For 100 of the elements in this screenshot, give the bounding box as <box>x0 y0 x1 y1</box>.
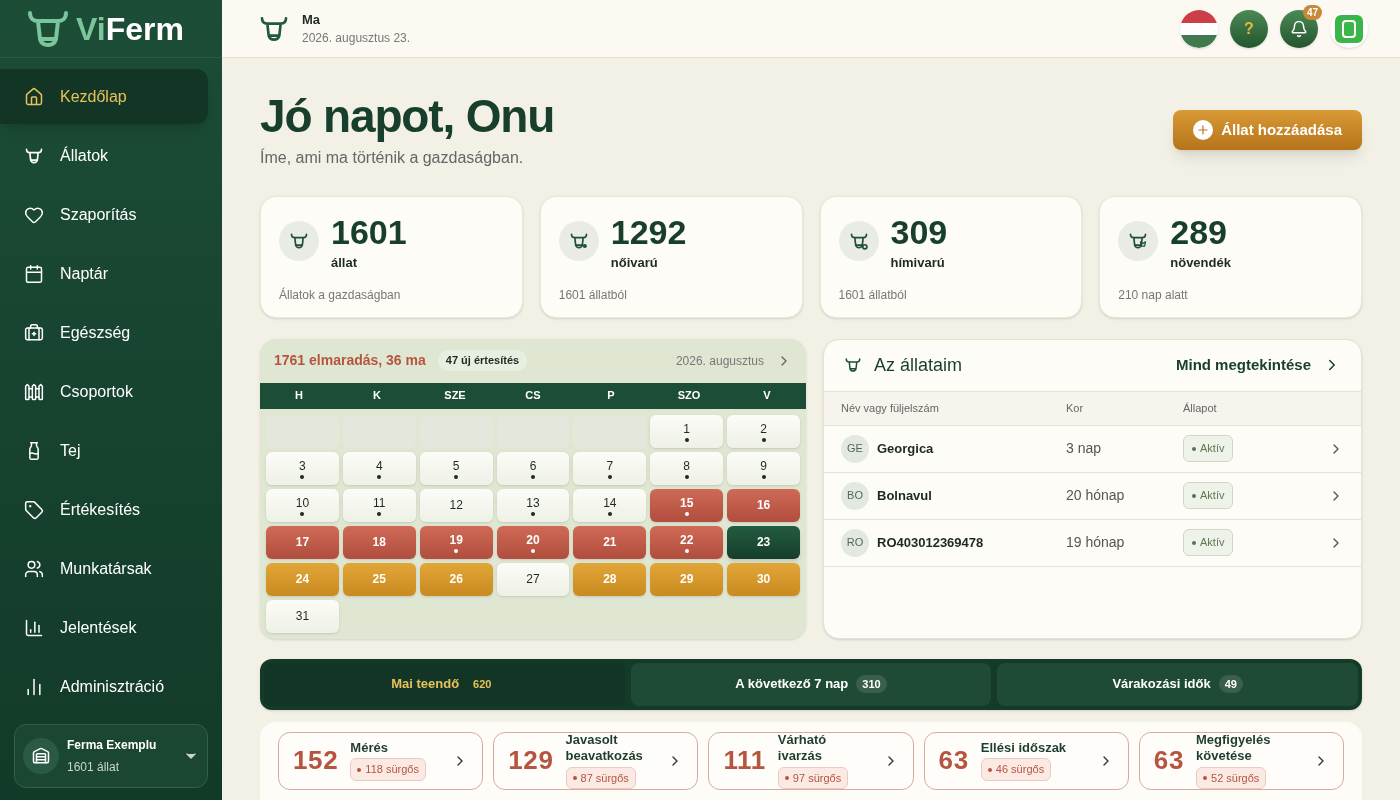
calendar-day[interactable]: 23 <box>727 525 800 559</box>
animal-avatar: RO <box>841 528 869 557</box>
tag-icon <box>24 499 44 520</box>
calendar-day[interactable]: 31 <box>266 599 339 633</box>
stat-value: 1601 <box>331 214 407 249</box>
calendar-day[interactable]: 17 <box>266 525 339 559</box>
calendar-day[interactable]: 7 <box>573 451 647 485</box>
task-count: 63 <box>1153 744 1185 777</box>
app-icon[interactable] <box>1330 9 1368 48</box>
animal-row[interactable]: RO RO403012369478 19 hónap Aktív <box>824 519 1361 567</box>
task-count: 129 <box>508 744 554 777</box>
nav-item[interactable]: Naptár <box>0 246 222 301</box>
stat-value: 309 <box>890 214 948 249</box>
animal-avatar: BO <box>841 481 869 510</box>
nav-item[interactable]: Értékesítés <box>0 482 222 537</box>
calendar-day[interactable]: 8 <box>650 451 724 485</box>
task-tab[interactable]: Mai teendő 620 <box>264 662 625 706</box>
calendar-day[interactable]: 21 <box>573 525 647 559</box>
nav-item[interactable]: Munkatársak <box>0 541 222 596</box>
home-icon <box>24 86 44 107</box>
task-title: Várható ivarzás <box>777 732 828 765</box>
header-title: Ma <box>302 10 322 29</box>
animal-row[interactable]: BO Bolnavul 20 hónap Aktív <box>824 472 1361 520</box>
task-title: Megfigyelés követése <box>1196 732 1272 765</box>
bar-chart-icon <box>24 617 44 638</box>
warehouse-icon <box>32 747 50 765</box>
bell-icon <box>1290 19 1308 38</box>
calendar-day[interactable]: 10 <box>266 488 339 522</box>
calendar-day[interactable]: 11 <box>342 488 416 522</box>
medical-case-icon <box>24 322 44 343</box>
nav-item[interactable]: Jelentések <box>0 600 222 655</box>
plus-icon <box>1196 123 1211 137</box>
nav-item[interactable]: Egészség <box>0 305 222 360</box>
weekday-label: K <box>372 388 382 404</box>
nav-item[interactable]: Adminisztráció <box>0 659 222 714</box>
stat-value: 1292 <box>610 214 687 249</box>
task-title: Javasolt beavatkozás <box>565 732 644 765</box>
calendar-day[interactable]: 9 <box>727 451 800 485</box>
panel-title: Az állataim <box>874 353 963 377</box>
flag-icon[interactable] <box>1180 9 1218 48</box>
task-tab[interactable]: A következő 7 nap 310 <box>630 662 992 706</box>
calendar-day[interactable]: 13 <box>496 488 570 522</box>
urgent-badge: 87 sürgős <box>565 766 636 789</box>
task-count: 152 <box>293 744 339 777</box>
calendar-day[interactable]: 4 <box>342 451 416 485</box>
calendar-day[interactable]: 16 <box>727 488 800 522</box>
animal-row[interactable]: GE Georgica 3 nap Aktív <box>824 425 1361 473</box>
greeting-subtitle: Íme, ami ma történik a gazdaságban. <box>260 147 525 168</box>
calendar-day[interactable]: 22 <box>650 525 724 559</box>
column-header: Állapot <box>1183 400 1218 416</box>
status-badge: Aktív <box>1183 435 1234 462</box>
notification-badge: 47 <box>1302 4 1322 20</box>
nav-item[interactable]: Csoportok <box>0 364 222 419</box>
calendar-day[interactable]: 19 <box>419 525 493 559</box>
weekday-label: CS <box>524 388 542 404</box>
task-tab[interactable]: Várakozási idők 49 <box>997 662 1358 706</box>
nav-item[interactable]: Tej <box>0 423 222 478</box>
calendar-day[interactable]: 15 <box>650 488 724 522</box>
calendar-day[interactable]: 5 <box>419 451 493 485</box>
farm-selector[interactable]: Ferma Exemplu 1601 állat <box>14 724 208 788</box>
calendar-day[interactable]: 20 <box>496 525 570 559</box>
brand-name: ViFerm <box>76 12 184 45</box>
stat-note: 1601 állatból <box>558 287 628 304</box>
calendar-day[interactable]: 2 <box>727 414 800 448</box>
urgent-badge: 52 sürgős <box>1196 766 1267 789</box>
calendar-day[interactable]: 14 <box>573 488 647 522</box>
animal-avatar: GE <box>841 434 869 463</box>
animal-name: Bolnavul <box>877 486 932 505</box>
animal-age: 20 hónap <box>1066 486 1126 505</box>
stat-label: nőivarú <box>610 253 659 272</box>
urgent-badge: 46 sürgős <box>980 758 1052 781</box>
task-title: Mérés <box>350 740 389 757</box>
weekday-label: SZO <box>676 388 702 404</box>
farm-count: 1601 állat <box>67 759 121 776</box>
task-count: 111 <box>723 744 766 777</box>
calendar-day[interactable]: 3 <box>266 451 339 485</box>
calendar-day[interactable]: 18 <box>342 525 416 559</box>
calendar-day[interactable]: 6 <box>496 451 570 485</box>
stat-note: 1601 állatból <box>838 287 908 304</box>
status-badge: Aktív <box>1183 529 1234 556</box>
nav-item[interactable]: Állatok <box>0 128 222 183</box>
greeting-title: Jó napot, Onu <box>260 89 555 144</box>
stat-label: állat <box>331 253 358 272</box>
header-date: 2026. augusztus 23. <box>302 30 411 48</box>
column-header: Kor <box>1066 400 1085 416</box>
animal-age: 3 nap <box>1066 439 1103 458</box>
nav-item[interactable]: Kezdőlap <box>0 69 208 124</box>
view-all-link[interactable]: Mind megtekintése <box>1175 353 1311 377</box>
calendar-day[interactable]: 27 <box>496 562 570 596</box>
task-count: 63 <box>938 744 969 777</box>
farm-name: Ferma Exemplu <box>67 737 158 754</box>
calendar-day[interactable]: 1 <box>650 414 724 448</box>
calendar-month: 2026. augusztus <box>675 352 764 370</box>
heart-icon <box>24 204 44 225</box>
urgent-badge: 118 sürgős <box>350 758 426 781</box>
weekday-label: SZE <box>443 388 467 404</box>
urgent-badge: 97 sürgős <box>777 766 849 789</box>
calendar-day[interactable]: 12 <box>419 488 493 522</box>
nav-item[interactable]: Szaporítás <box>0 187 222 242</box>
notification-count: 47 új értesítés <box>437 350 528 371</box>
